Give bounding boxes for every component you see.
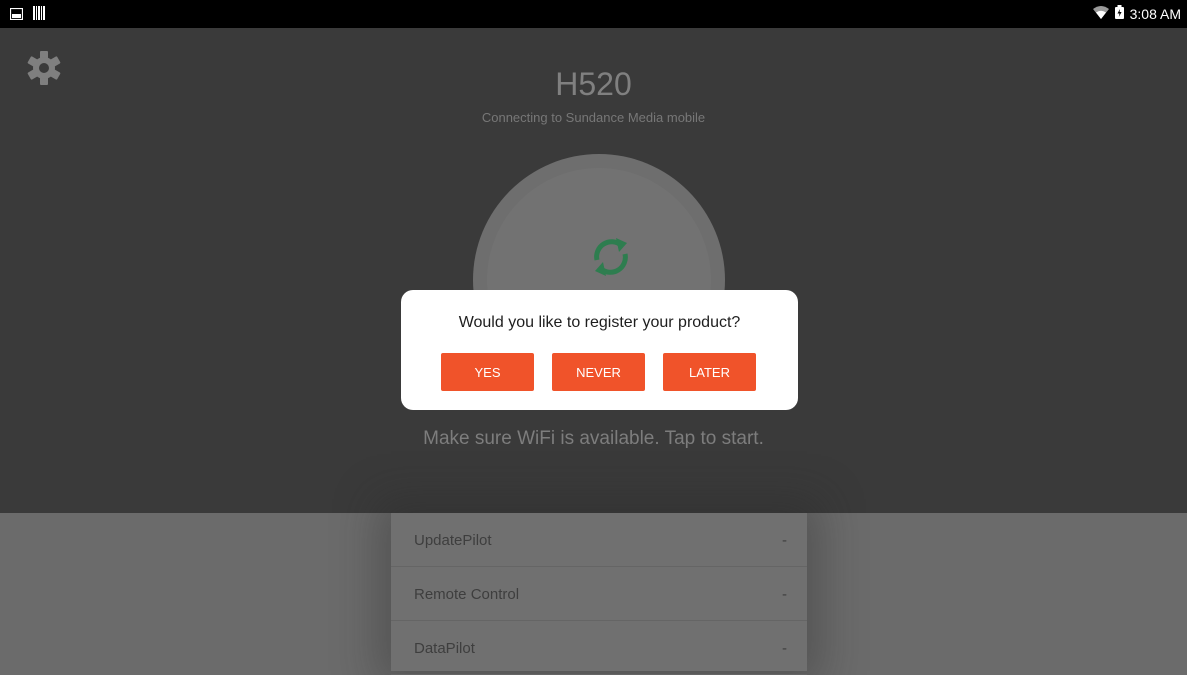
refresh-icon xyxy=(586,232,636,282)
list-item-label: DataPilot xyxy=(414,640,475,657)
clock: 3:08 AM xyxy=(1129,5,1181,22)
never-button[interactable]: NEVER xyxy=(552,353,645,391)
device-title: H520 xyxy=(555,66,632,102)
status-bar-left xyxy=(9,6,45,25)
register-dialog: Would you like to register your product?… xyxy=(401,290,798,410)
list-item-label: UpdatePilot xyxy=(414,532,492,549)
battery-icon xyxy=(1114,5,1124,22)
list-item-label: Remote Control xyxy=(414,586,520,603)
list-item-value: - xyxy=(782,586,787,603)
status-bar: 3:08 AM xyxy=(0,0,1187,28)
wifi-icon xyxy=(1092,5,1109,22)
module-list: UpdatePilot - Remote Control - DataPilot… xyxy=(391,513,807,675)
lower-panel: UpdatePilot - Remote Control - DataPilot… xyxy=(0,513,1187,675)
image-icon xyxy=(9,7,24,25)
list-item-remote-control[interactable]: Remote Control - xyxy=(391,567,807,621)
main-panel: H520 Connecting to Sundance Media mobile… xyxy=(0,28,1187,513)
connection-status: Connecting to Sundance Media mobile xyxy=(481,110,706,125)
list-item-value: - xyxy=(782,640,787,657)
list-item-datapilot[interactable]: DataPilot - xyxy=(391,621,807,675)
list-item-value: - xyxy=(782,532,787,549)
barcode-icon xyxy=(33,6,45,25)
list-item-updatepilot[interactable]: UpdatePilot - xyxy=(391,513,807,567)
dialog-message: Would you like to register your product? xyxy=(458,314,741,331)
wifi-hint: Make sure WiFi is available. Tap to star… xyxy=(423,428,764,449)
status-bar-right: 3:08 AM xyxy=(1092,5,1181,22)
later-button[interactable]: LATER xyxy=(663,353,756,391)
yes-button[interactable]: YES xyxy=(441,353,534,391)
